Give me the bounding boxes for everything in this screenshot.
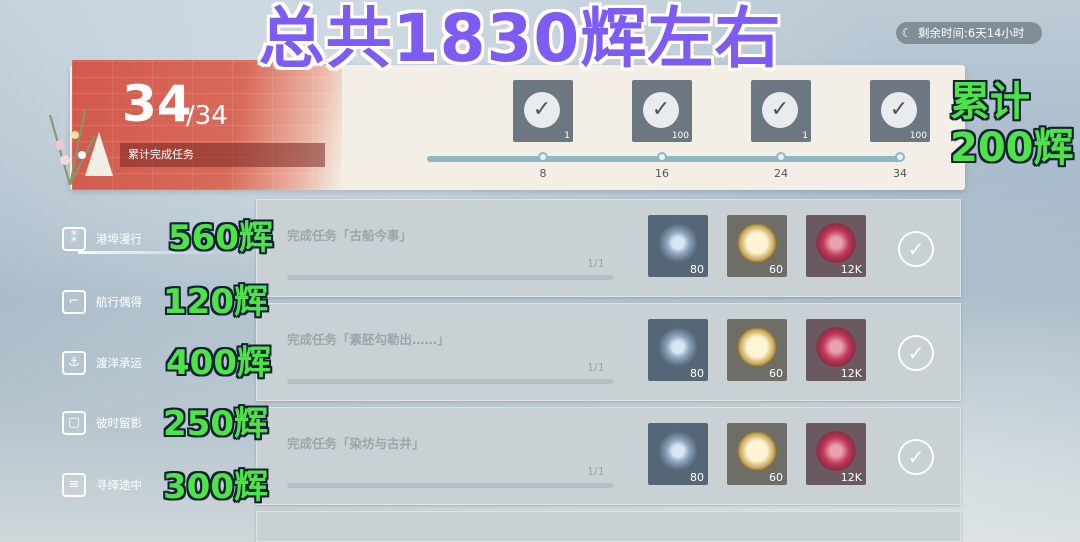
task-row: 完成任务「古船今事」 1/1 80 60 12K ✓ xyxy=(256,199,961,297)
total-count: /34 xyxy=(186,101,228,131)
overlay-cumulative-line1: 累计 xyxy=(950,79,1030,125)
sidebar-item-label: 航行偶得 xyxy=(96,295,142,309)
wax-seal-icon xyxy=(816,223,856,263)
remaining-time-text: 剩余时间:6天14小时 xyxy=(918,26,1025,40)
overlay-reward-ocean-shipping: 400辉 xyxy=(166,343,271,383)
milestone-qty: 100 xyxy=(909,131,927,141)
sidebar-item-snapshots[interactable]: ▢ 彼时留影 xyxy=(62,409,142,437)
task-progress-text: 1/1 xyxy=(587,361,605,374)
overlay-reward-on-the-road: 300辉 xyxy=(163,467,268,507)
milestone-threshold: 24 xyxy=(774,167,788,180)
sidebar-item-on-the-road[interactable]: ≡ 寻绎途中 xyxy=(62,471,142,499)
milestone-reward-34[interactable]: ✓ 100 xyxy=(870,80,930,142)
milestone-dot xyxy=(538,152,548,162)
completed-check-icon: ✓ xyxy=(898,335,934,371)
reward-star-item[interactable]: 80 xyxy=(648,423,708,485)
task-row-partial xyxy=(256,511,961,542)
task-row: 完成任务「染坊与古井」 1/1 80 60 12K ✓ xyxy=(256,407,961,505)
reward-seal-item[interactable]: 12K xyxy=(806,423,866,485)
milestone-threshold: 16 xyxy=(655,167,669,180)
road-icon: ≡ xyxy=(62,473,86,497)
task-title: 完成任务「素胚勾勒出……」 xyxy=(287,332,450,347)
task-progress-text: 1/1 xyxy=(587,465,605,478)
reward-seal-item[interactable]: 12K xyxy=(806,215,866,277)
overlay-reward-harbor-walk: 560辉 xyxy=(168,218,273,258)
milestone-qty: 1 xyxy=(802,131,808,141)
milestone-qty: 100 xyxy=(671,131,689,141)
traffic-cone-icon xyxy=(85,132,113,176)
milestone-dot xyxy=(895,152,905,162)
moon-icon: ☾ xyxy=(901,26,913,40)
task-progress-bar xyxy=(287,483,613,488)
milestone-reward-24[interactable]: ✓ 1 xyxy=(751,80,811,142)
footprints-icon: ⁑ xyxy=(62,227,86,251)
coin-icon xyxy=(737,223,777,263)
completed-count: 34 xyxy=(122,75,192,133)
reward-star-item[interactable]: 80 xyxy=(648,215,708,277)
reward-qty: 60 xyxy=(769,471,783,484)
completed-label: 累计完成任务 xyxy=(120,143,325,167)
reward-qty: 80 xyxy=(690,471,704,484)
reward-coin-item[interactable]: 60 xyxy=(727,215,787,277)
claimed-check-icon: ✓ xyxy=(524,92,560,128)
wax-seal-icon xyxy=(816,327,856,367)
star-crystal-icon xyxy=(658,223,698,263)
milestone-dot xyxy=(657,152,667,162)
milestone-reward-8[interactable]: ✓ 1 xyxy=(513,80,573,142)
reward-qty: 12K xyxy=(840,367,862,380)
boot-icon: ⌐ xyxy=(62,290,86,314)
sidebar-item-ocean-shipping[interactable]: ⚓ 渡洋承运 xyxy=(62,349,142,377)
task-progress-bar xyxy=(287,275,613,280)
reward-coin-item[interactable]: 60 xyxy=(727,423,787,485)
claimed-check-icon: ✓ xyxy=(643,92,679,128)
anchor-icon: ⚓ xyxy=(62,351,86,375)
star-crystal-icon xyxy=(658,327,698,367)
remaining-time-badge: ☾ 剩余时间:6天14小时 xyxy=(896,22,1042,44)
coin-icon xyxy=(737,431,777,471)
reward-qty: 12K xyxy=(840,263,862,276)
star-crystal-icon xyxy=(658,431,698,471)
completed-check-icon: ✓ xyxy=(898,231,934,267)
sidebar-item-label: 港埠漫行 xyxy=(96,232,142,246)
reward-seal-item[interactable]: 12K xyxy=(806,319,866,381)
reward-star-item[interactable]: 80 xyxy=(648,319,708,381)
overlay-total-title: 总共1830辉左右 xyxy=(258,0,782,77)
milestone-threshold: 8 xyxy=(539,167,547,180)
task-row: 完成任务「素胚勾勒出……」 1/1 80 60 12K ✓ xyxy=(256,303,961,401)
reward-qty: 60 xyxy=(769,263,783,276)
completed-check-icon: ✓ xyxy=(898,439,934,475)
task-title: 完成任务「染坊与古井」 xyxy=(287,436,425,451)
photo-frame-icon: ▢ xyxy=(62,411,86,435)
wax-seal-icon xyxy=(816,431,856,471)
sidebar-item-label: 寻绎途中 xyxy=(96,478,142,492)
sidebar-item-voyage-finds[interactable]: ⌐ 航行偶得 xyxy=(62,288,142,316)
milestone-reward-16[interactable]: ✓ 100 xyxy=(632,80,692,142)
overlay-cumulative-line2: 200辉 xyxy=(950,125,1074,171)
task-progress-text: 1/1 xyxy=(587,257,605,270)
overlay-reward-voyage-finds: 120辉 xyxy=(163,282,268,322)
task-title: 完成任务「古船今事」 xyxy=(287,228,413,243)
claimed-check-icon: ✓ xyxy=(881,92,917,128)
overlay-reward-snapshots: 250辉 xyxy=(163,404,268,444)
sidebar-item-label: 渡洋承运 xyxy=(96,356,142,370)
coin-icon xyxy=(737,327,777,367)
claimed-check-icon: ✓ xyxy=(762,92,798,128)
milestone-dot xyxy=(776,152,786,162)
milestone-threshold: 34 xyxy=(893,167,907,180)
reward-qty: 80 xyxy=(690,263,704,276)
reward-qty: 12K xyxy=(840,471,862,484)
milestone-qty: 1 xyxy=(564,131,570,141)
reward-qty: 80 xyxy=(690,367,704,380)
reward-qty: 60 xyxy=(769,367,783,380)
sidebar-item-harbor-walk[interactable]: ⁑ 港埠漫行 xyxy=(62,225,142,253)
sidebar-item-label: 彼时留影 xyxy=(96,416,142,430)
reward-coin-item[interactable]: 60 xyxy=(727,319,787,381)
task-progress-bar xyxy=(287,379,613,384)
